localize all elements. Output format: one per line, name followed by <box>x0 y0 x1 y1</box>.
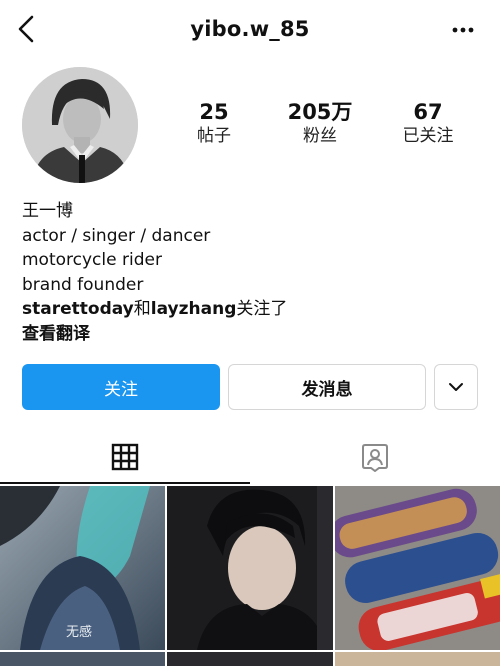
tab-tagged[interactable] <box>250 428 500 486</box>
followers-label: 粉丝 <box>303 126 337 146</box>
post-thumbnail[interactable] <box>335 652 500 666</box>
bio-line: brand founder <box>22 274 144 295</box>
post-thumbnail[interactable] <box>167 486 333 650</box>
stat-following[interactable]: 67 已关注 <box>378 100 478 148</box>
tab-posts[interactable] <box>0 428 250 486</box>
followed-by-suffix: 关注了 <box>236 299 288 319</box>
suggested-accounts-button[interactable] <box>434 364 478 410</box>
stat-followers[interactable]: 205万 粉丝 <box>270 100 370 148</box>
followed-by-user[interactable]: starettoday <box>22 299 134 319</box>
followed-by-connector: 和 <box>133 299 151 319</box>
post-thumbnail[interactable] <box>0 652 165 666</box>
chevron-down-icon <box>449 383 463 391</box>
profile-header: yibo.w_85 <box>0 0 500 62</box>
profile-bio: 王一博 actor / singer / dancer motorcycle r… <box>22 199 482 346</box>
active-tab-indicator <box>0 482 250 484</box>
followers-count: 205万 <box>287 100 353 124</box>
stat-posts[interactable]: 25 帖子 <box>164 100 264 148</box>
posts-count: 25 <box>199 100 229 124</box>
tile-caption: 无感 <box>66 624 92 640</box>
profile-tabs <box>0 428 500 486</box>
posts-grid: 无感 <box>0 486 500 666</box>
grid-icon <box>111 443 139 471</box>
bio-line: actor / singer / dancer <box>22 225 211 246</box>
follow-button[interactable]: 关注 <box>22 364 220 410</box>
post-thumbnail[interactable] <box>167 652 333 666</box>
post-thumbnail[interactable]: 无感 <box>0 486 165 650</box>
followed-by-line[interactable]: starettoday和layzhang关注了 <box>22 297 482 322</box>
profile-username: yibo.w_85 <box>190 17 310 41</box>
tagged-person-icon <box>362 444 388 472</box>
bio-line: motorcycle rider <box>22 250 162 270</box>
follow-button-label: 关注 <box>104 379 138 400</box>
message-button[interactable]: 发消息 <box>228 364 426 410</box>
following-count: 67 <box>413 100 443 124</box>
display-name: 王一博 <box>22 201 73 221</box>
profile-avatar[interactable] <box>22 67 138 183</box>
see-translation-link[interactable]: 查看翻译 <box>22 322 482 347</box>
followed-by-user[interactable]: layzhang <box>151 299 237 319</box>
message-button-label: 发消息 <box>301 379 353 400</box>
following-label: 已关注 <box>402 126 454 146</box>
more-horizontal-icon[interactable] <box>452 26 474 34</box>
post-thumbnail[interactable] <box>335 486 500 650</box>
posts-label: 帖子 <box>197 126 231 146</box>
